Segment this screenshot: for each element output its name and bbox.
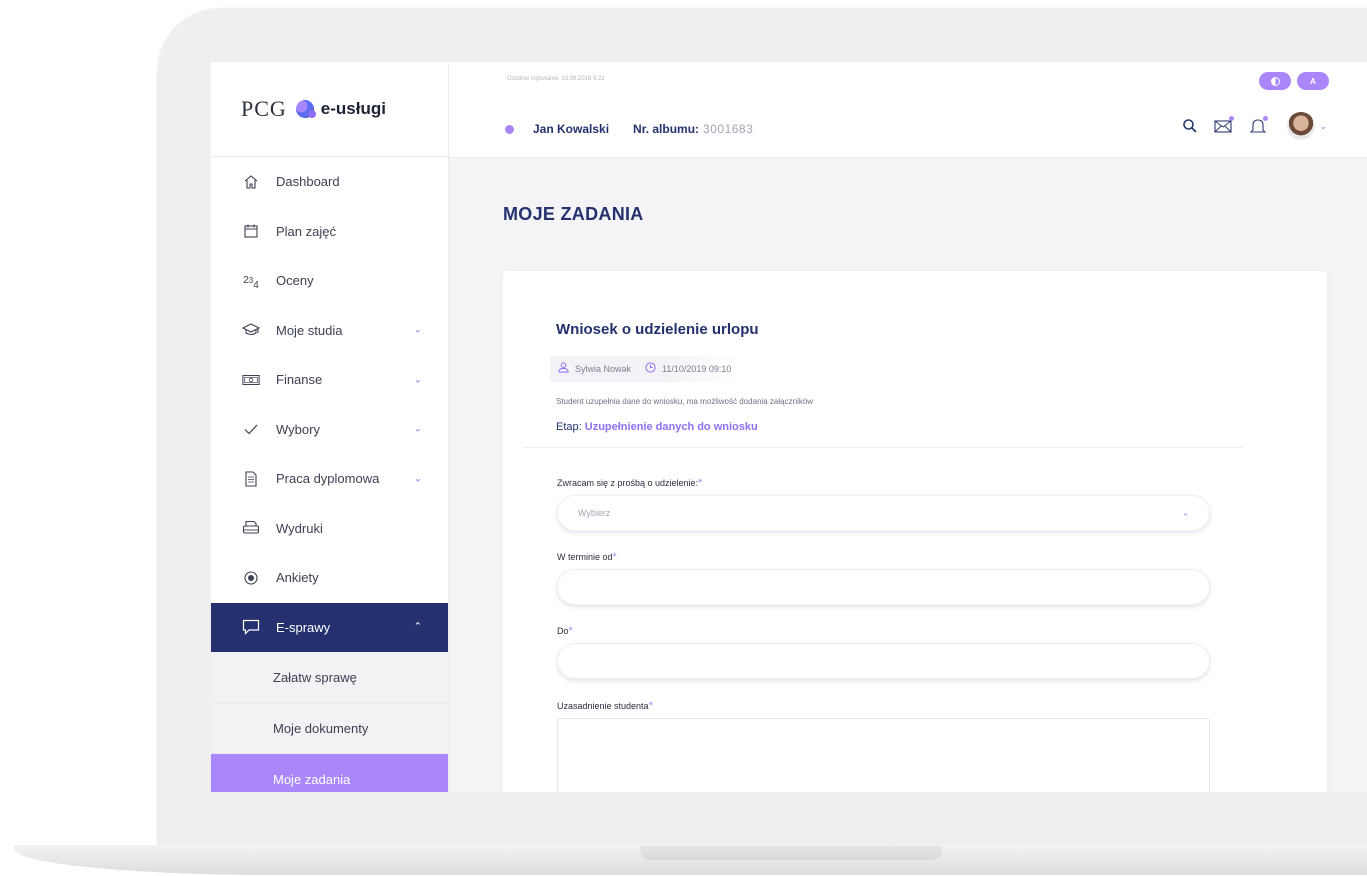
bell-icon[interactable]: [1247, 115, 1269, 137]
sidebar-item-praca-dyplomowa[interactable]: Praca dyplomowa ⌄: [211, 454, 448, 504]
sidebar-item-label: Oceny: [276, 273, 314, 289]
graduation-cap-icon: [242, 321, 260, 339]
sidebar-item-label: E-sprawy: [276, 619, 331, 635]
contrast-icon: [1270, 76, 1280, 86]
logo-pcg-text: PCG: [241, 96, 287, 121]
select-placeholder: Wybierz: [578, 508, 611, 518]
user-icon: [558, 362, 569, 376]
laptop-notch: [640, 846, 942, 860]
task-card: Wniosek o udzielenie urlopu Sylwia Nowak…: [503, 271, 1327, 792]
required-mark: *: [568, 625, 573, 637]
chevron-down-icon: ⌄: [413, 423, 422, 435]
contrast-toggle[interactable]: [1259, 72, 1291, 90]
chat-icon: [242, 618, 260, 636]
date-from-input[interactable]: [557, 569, 1210, 605]
date-from-label-text: W terminie od: [557, 552, 613, 562]
sidebar-item-wybory[interactable]: Wybory ⌄: [211, 405, 448, 455]
justification-textarea[interactable]: [557, 718, 1210, 792]
sidebar-item-plan[interactable]: Plan zajęć: [211, 207, 448, 257]
money-icon: [242, 371, 260, 389]
sidebar-item-dashboard[interactable]: Dashboard: [211, 157, 448, 207]
task-description: Student uzupełnia dane do wniosku, ma mo…: [556, 397, 814, 406]
sidebar-item-label: Praca dyplomowa: [276, 471, 380, 487]
request-type-label: Zwracam się z prośbą o udzielenie:*: [557, 477, 702, 489]
sidebar: PCG e-usługi Dashboard Plan zajęć 234 Oc…: [211, 62, 449, 792]
home-icon: [242, 173, 260, 191]
printer-icon: [242, 519, 260, 537]
date-to-label: Do*: [557, 625, 573, 637]
grades-icon: 234: [243, 275, 259, 291]
stage-label: Etap:: [556, 421, 582, 433]
justification-label-text: Uzasadnienie studenta: [557, 701, 649, 711]
album-label: Nr. albumu:: [633, 122, 700, 136]
sidebar-subitem-moje-dokumenty[interactable]: Moje dokumenty: [211, 703, 448, 754]
sidebar-item-label: Plan zajęć: [276, 223, 336, 239]
sidebar-subitem-zalatw-sprawe[interactable]: Załatw sprawę: [211, 652, 448, 703]
chevron-down-icon: ⌄: [413, 324, 422, 336]
request-type-select[interactable]: Wybierz ⌄: [557, 495, 1210, 531]
accessibility-toggles: A: [1259, 72, 1329, 90]
document-icon: [242, 470, 260, 488]
status-dot: [505, 124, 514, 134]
sidebar-item-e-sprawy[interactable]: E-sprawy ⌃: [211, 602, 448, 652]
calendar-icon: [242, 222, 260, 240]
sidebar-item-wydruki[interactable]: Wydruki: [211, 504, 448, 554]
chevron-up-icon: ⌃: [413, 621, 422, 633]
top-actions: ⌄: [1167, 112, 1327, 140]
required-mark: *: [698, 477, 703, 489]
app-screen: PCG e-usługi Dashboard Plan zajęć 234 Oc…: [211, 62, 1367, 792]
date-from-label: W terminie od*: [557, 551, 617, 563]
logo[interactable]: PCG e-usługi: [211, 62, 448, 157]
sidebar-item-label: Dashboard: [276, 174, 340, 190]
stage-value: Uzupełnienie danych do wniosku: [584, 421, 758, 433]
search-icon[interactable]: [1179, 115, 1201, 137]
user-menu[interactable]: ⌄: [1287, 112, 1327, 140]
chevron-down-icon: ⌄: [413, 374, 422, 386]
task-author: Sylwia Nowak: [575, 364, 632, 374]
user-info: Jan Kowalski Nr. albumu: 3001683: [505, 122, 753, 136]
required-mark: *: [648, 700, 653, 712]
avatar: [1287, 112, 1316, 140]
sidebar-item-oceny[interactable]: 234 Oceny: [211, 256, 448, 306]
date-to-input[interactable]: [557, 643, 1210, 679]
divider: [523, 447, 1243, 448]
last-login-text: Ostatnie logowanie: 13.08.2018 9:22: [507, 76, 605, 82]
sidebar-item-ankiety[interactable]: Ankiety: [211, 553, 448, 603]
chevron-down-icon: ⌄: [1319, 120, 1327, 131]
top-bar: Ostatnie logowanie: 13.08.2018 9:22 A Ja…: [449, 62, 1367, 158]
sidebar-subitem-moje-zadania[interactable]: Moje zadania: [211, 754, 448, 792]
mail-icon[interactable]: [1213, 115, 1235, 137]
request-type-label-text: Zwracam się z prośbą o udzielenie:: [557, 478, 699, 488]
required-mark: *: [612, 551, 617, 563]
radio-icon: [242, 569, 260, 587]
page-title: MOJE ZADANIA: [503, 204, 644, 224]
task-datetime: 11/10/2019 09:10: [662, 364, 732, 374]
album-number: 3001683: [703, 122, 754, 136]
sidebar-item-label: Wybory: [276, 421, 320, 437]
logo-name-text: e-usługi: [320, 99, 386, 118]
chevron-down-icon: ⌄: [1182, 508, 1189, 518]
task-title: Wniosek o udzielenie urlopu: [556, 321, 759, 338]
task-stage: Etap: Uzupełnienie danych do wniosku: [556, 421, 758, 433]
sidebar-item-moje-studia[interactable]: Moje studia ⌄: [211, 306, 448, 356]
task-meta: Sylwia Nowak 11/10/2019 09:10: [550, 356, 740, 382]
justification-label: Uzasadnienie studenta*: [557, 700, 653, 712]
sidebar-item-label: Ankiety: [276, 570, 319, 586]
sidebar-item-label: Moje studia: [276, 322, 343, 338]
chevron-down-icon: ⌄: [413, 473, 422, 485]
sidebar-item-label: Wydruki: [276, 520, 323, 536]
clock-icon: [645, 362, 656, 376]
logo-mark-icon: [295, 100, 316, 118]
sidebar-item-finanse[interactable]: Finanse ⌄: [211, 355, 448, 405]
bell-notification-dot: [1263, 116, 1269, 121]
date-to-label-text: Do: [557, 626, 569, 636]
sidebar-item-label: Finanse: [276, 372, 323, 388]
font-size-toggle[interactable]: A: [1297, 72, 1329, 90]
user-name: Jan Kowalski: [533, 122, 610, 136]
check-icon: [242, 420, 260, 438]
